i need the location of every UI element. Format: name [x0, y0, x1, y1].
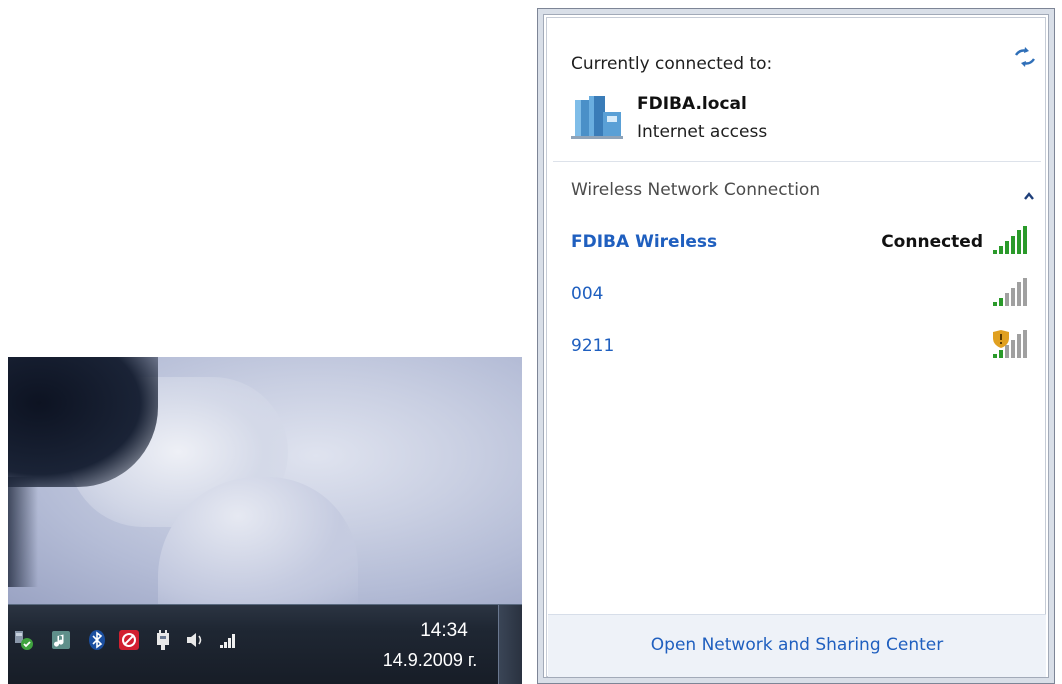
- signal-strength-icon: [991, 226, 1035, 256]
- show-desktop-button[interactable]: [498, 605, 522, 684]
- windows-update-icon[interactable]: [12, 629, 34, 651]
- current-network-access: Internet access: [637, 122, 768, 142]
- screen: 14:34 14.9.2009 г. Currently connected t…: [0, 0, 1062, 684]
- open-network-sharing-center-link[interactable]: Open Network and Sharing Center: [548, 635, 1046, 655]
- signal-strength-icon: [991, 278, 1035, 308]
- wifi-network-name: 004: [571, 284, 604, 304]
- wifi-network-row[interactable]: FDIBA Wireless Connected: [553, 224, 1041, 264]
- antivirus-icon[interactable]: [118, 629, 140, 651]
- network-signal-icon[interactable]: [218, 629, 240, 651]
- wifi-network-status: Connected: [881, 232, 983, 252]
- refresh-icon[interactable]: [1013, 46, 1037, 68]
- volume-icon[interactable]: [184, 629, 206, 651]
- flyout-panel: Currently connected to: FDIBA.local Inte…: [546, 17, 1046, 677]
- wireless-section-header[interactable]: Wireless Network Connection: [571, 180, 820, 200]
- flyout-footer: Open Network and Sharing Center: [548, 614, 1046, 677]
- unsecured-signal-icon: [991, 330, 1035, 360]
- desktop-wallpaper: [8, 357, 522, 604]
- wallpaper-dark-edge: [8, 477, 38, 587]
- clock-date[interactable]: 14.9.2009 г.: [364, 650, 496, 671]
- currently-connected-label: Currently connected to:: [571, 54, 773, 74]
- power-icon[interactable]: [152, 629, 174, 651]
- desktop-area: 14:34 14.9.2009 г.: [8, 357, 522, 684]
- current-network-name: FDIBA.local: [637, 94, 747, 114]
- media-player-icon[interactable]: [50, 629, 72, 651]
- network-building-icon: [571, 94, 623, 140]
- wifi-network-row[interactable]: 004: [553, 276, 1041, 316]
- clock-time[interactable]: 14:34: [396, 620, 492, 642]
- taskbar: 14:34 14.9.2009 г.: [8, 604, 522, 684]
- wifi-network-name: FDIBA Wireless: [571, 232, 718, 252]
- wifi-network-row[interactable]: 9211: [553, 328, 1041, 368]
- wifi-network-name: 9211: [571, 336, 615, 356]
- bluetooth-icon[interactable]: [86, 629, 108, 651]
- chevron-up-icon[interactable]: [1023, 186, 1035, 200]
- divider: [553, 161, 1041, 162]
- network-flyout: Currently connected to: FDIBA.local Inte…: [537, 8, 1055, 684]
